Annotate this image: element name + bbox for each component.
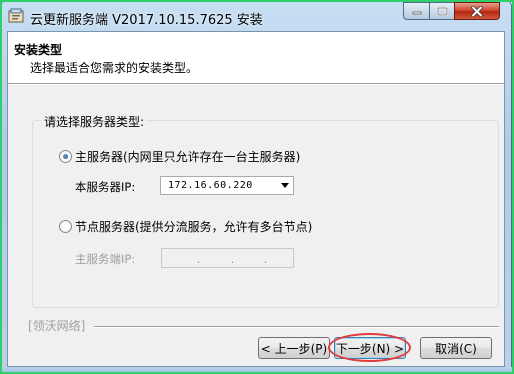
page-title: 安装类型: [14, 43, 63, 57]
close-icon: [471, 5, 483, 17]
footer-divider-highlight: [94, 327, 499, 328]
minimize-icon: [412, 11, 421, 15]
back-button[interactable]: < 上一步(P): [258, 337, 330, 359]
window-title: 云更新服务端 V2017.10.15.7625 安装: [30, 13, 263, 28]
node-server-radio-label[interactable]: 节点服务器(提供分流服务，允许有多台节点): [75, 218, 312, 235]
header-panel: 安装类型 选择最适合您需求的安装类型。: [8, 32, 504, 84]
installer-window: 云更新服务端 V2017.10.15.7625 安装 安装类型 选择最适合您需求…: [0, 0, 513, 373]
ip-separator: .: [264, 255, 268, 266]
master-server-ip-input[interactable]: . . .: [161, 248, 294, 268]
close-button[interactable]: [454, 2, 500, 20]
title-bar[interactable]: 云更新服务端 V2017.10.15.7625 安装: [1, 1, 511, 31]
minimize-button[interactable]: [403, 2, 430, 20]
node-server-radio[interactable]: [59, 220, 72, 233]
page-subtitle: 选择最适合您需求的安装类型。: [30, 61, 199, 75]
brand-label: [领沃网络]: [28, 319, 86, 333]
ip-separator: .: [197, 255, 201, 266]
installer-app-icon: [8, 8, 24, 23]
ip-separator: .: [231, 255, 235, 266]
next-button-highlight-annotation: [328, 333, 411, 362]
chevron-down-icon: [281, 183, 289, 188]
window-frame-bottom: [1, 367, 513, 373]
main-server-radio[interactable]: [59, 150, 72, 163]
radio-selected-dot: [63, 154, 68, 159]
server-type-group-legend: 请选择服务器类型:: [42, 113, 147, 130]
maximize-icon: [436, 6, 448, 16]
main-server-radio-label[interactable]: 主服务器(内网里只允许存在一台主服务器): [75, 148, 300, 165]
master-server-ip-label: 主服务端IP:: [75, 252, 136, 266]
header-divider: [8, 84, 504, 85]
cancel-button[interactable]: 取消(C): [420, 337, 492, 359]
local-server-ip-label: 本服务器IP:: [75, 180, 136, 194]
local-server-ip-value: 172.16.60.220: [168, 180, 253, 191]
maximize-button[interactable]: [429, 2, 455, 20]
dialog-client-area: 安装类型 选择最适合您需求的安装类型。 请选择服务器类型: 主服务器(内网里只允…: [7, 31, 505, 367]
local-server-ip-dropdown[interactable]: 172.16.60.220: [160, 176, 294, 195]
